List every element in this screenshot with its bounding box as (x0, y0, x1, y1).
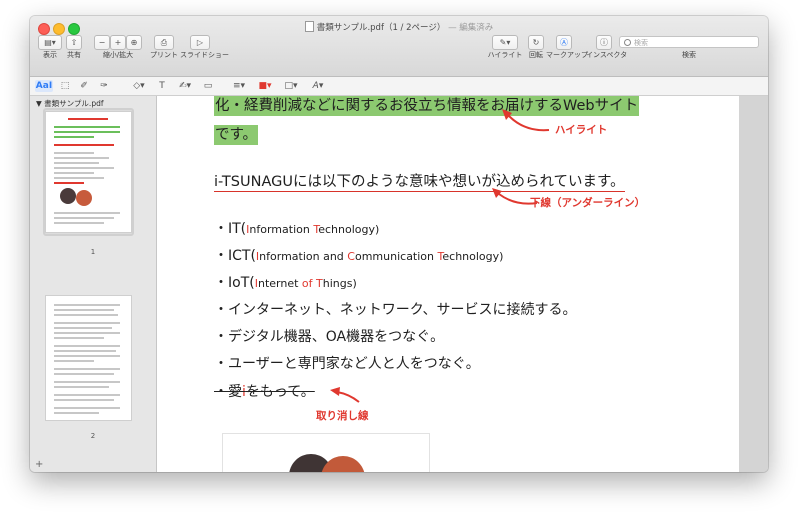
rect-selection-tool[interactable]: ⬚ (59, 80, 71, 92)
text-style-tool[interactable]: A▾ (310, 80, 326, 92)
thumbnail-sidebar: ▼ 書類サンプル.pdf 1 2 + (30, 96, 157, 472)
page-thumbnail-2[interactable] (46, 296, 131, 420)
bullet-digital: ・デジタル機器、OA機器をつなぐ。 (214, 329, 445, 345)
sketch-tool[interactable]: ✐ (78, 80, 90, 92)
inspector-button[interactable]: ⓘ (596, 35, 612, 50)
bullet-ict: ・ICT(Information and Communication Techn… (214, 245, 503, 265)
bullet-people: ・ユーザーと専門家など人と人をつなぐ。 (214, 356, 480, 372)
bullet-love: ・愛iをもって。 (214, 384, 315, 400)
doc-line-3: i-TSUNAGUには以下のような意味や想いが込められています。 (214, 174, 625, 192)
print-button[interactable]: ⎙ (154, 35, 174, 50)
bullet-text: ommunication (354, 250, 438, 263)
bullet-text: nformation (249, 223, 314, 236)
add-page-button[interactable]: + (35, 459, 43, 470)
acronym-letter: C (347, 250, 355, 263)
bullet-internet: ・インターネット、ネットワーク、サービスに接続する。 (214, 302, 577, 318)
page-number-2: 2 (90, 432, 96, 440)
note-tool[interactable]: ▭ (202, 80, 214, 92)
pdf-page: 化・経費削減などに関するお役立ち情報をお届けするWebサイト です。 ハイライト… (157, 96, 739, 472)
highlight-annotation-label: ハイライト (555, 124, 608, 136)
share-button[interactable]: ⇧ (66, 35, 82, 50)
rotate-group: ↻ 回転 (528, 35, 544, 63)
thumbnail-illustration-icon (60, 188, 76, 204)
people-illustration (223, 434, 429, 472)
bullet-iot: ・IoT(Internet of Things) (214, 272, 357, 292)
titlebar: 書類サンプル.pdf（1 / 2ページ） — 編集済み ▤▾ 表示 ⇧ 共有 −… (30, 16, 768, 77)
zoom-out-button[interactable]: − (94, 35, 110, 50)
underline-annotation-label: 下線（アンダーライン） (530, 197, 646, 209)
zoom-in-button[interactable]: + (110, 35, 126, 50)
line-style-tool[interactable]: ≡▾ (230, 80, 248, 92)
print-group: ⎙ プリント (150, 35, 178, 63)
bullet-term: ・IoT( (214, 275, 255, 291)
bullet-text: echnology) (442, 250, 504, 263)
bullet-text: nternet (257, 277, 302, 290)
bullet-term: ・IT( (214, 221, 247, 237)
search-input[interactable]: 検索 (619, 36, 759, 48)
acronym-letter: T (316, 277, 323, 290)
sign-tool[interactable]: ✍▾ (176, 80, 194, 92)
highlight-arrow-icon (502, 109, 550, 132)
highlight-button[interactable]: ✎▾ (492, 35, 518, 50)
markup-group: Ⓐ マークアップ (546, 35, 588, 63)
shapes-tool[interactable]: ◇▾ (130, 80, 148, 92)
bullet-it: ・IT(Information Technology) (214, 218, 379, 238)
strikethrough-annotation-label: 取り消し線 (316, 410, 369, 422)
people-illustration-icon (289, 454, 365, 472)
window-title: 書類サンプル.pdf（1 / 2ページ） — 編集済み (30, 21, 768, 33)
preview-window: 書類サンプル.pdf（1 / 2ページ） — 編集済み ▤▾ 表示 ⇧ 共有 −… (30, 16, 768, 472)
markup-button[interactable]: Ⓐ (556, 35, 572, 50)
page-number-1: 1 (90, 248, 96, 256)
bullet-text: nformation and (259, 250, 348, 263)
page-thumbnail-1[interactable] (46, 112, 131, 232)
bullet-text: hings) (322, 277, 357, 290)
slideshow-group: ▷ スライドショー (180, 35, 229, 63)
fill-color-tool[interactable]: □▾ (282, 80, 300, 92)
doc-line-2: です。 (214, 125, 259, 145)
search-icon (624, 39, 631, 46)
zoom-group: − + ⊕ 縮小/拡大 (90, 35, 146, 63)
slideshow-button[interactable]: ▷ (190, 35, 210, 50)
draw-tool[interactable]: ✑ (98, 80, 110, 92)
acronym-letter: of (301, 277, 317, 290)
inspector-group: ⓘ インスペクタ (586, 35, 627, 63)
border-color-tool[interactable]: ■▾ (256, 80, 274, 92)
document-view[interactable]: 化・経費削減などに関するお役立ち情報をお届けするWebサイト です。 ハイライト… (157, 96, 768, 472)
doc-line-1: 化・経費削減などに関するお役立ち情報をお届けするWebサイト (214, 96, 640, 116)
bullet-text: echnology) (318, 223, 380, 236)
markup-toolbar: AaI ⬚ ✐ ✑ ◇▾ T ✍▾ ▭ ≡▾ ■▾ □▾ A▾ (30, 77, 768, 96)
scroll-area[interactable] (739, 96, 768, 472)
text-box-tool[interactable]: T (156, 80, 168, 92)
view-button[interactable]: ▤▾ (38, 35, 62, 50)
zoom-fit-button[interactable]: ⊕ (126, 35, 142, 50)
text-selection-tool[interactable]: AaI (35, 80, 53, 92)
strikethrough-arrow-icon (330, 387, 360, 403)
highlight-group: ✎▾ ハイライト (488, 35, 522, 63)
bullet-term: ・ICT( (214, 248, 256, 264)
rotate-button[interactable]: ↻ (528, 35, 544, 50)
search-label: 検索 (682, 51, 696, 59)
pdf-document-icon (304, 21, 314, 32)
